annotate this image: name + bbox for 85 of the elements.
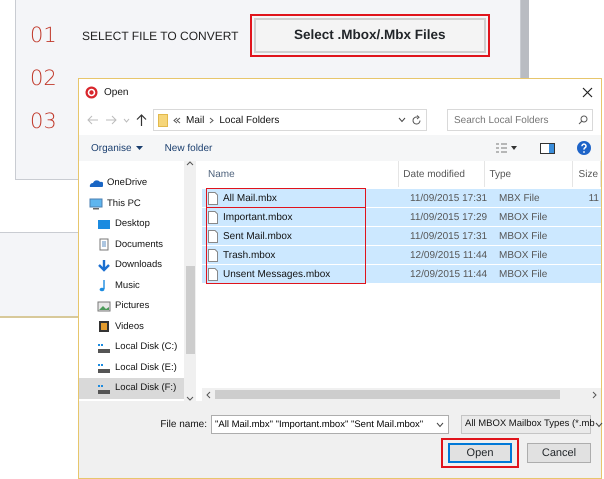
file-icon bbox=[208, 210, 218, 224]
caret-icon bbox=[136, 146, 143, 150]
view-options-icon[interactable] bbox=[496, 143, 518, 153]
nav-item[interactable]: This PC bbox=[79, 194, 184, 214]
step-number: 01 bbox=[30, 22, 58, 49]
organise-menu[interactable]: Organise bbox=[91, 140, 143, 156]
nav-item[interactable]: Videos bbox=[79, 316, 184, 337]
app-logo-icon bbox=[85, 86, 98, 98]
file-icon bbox=[208, 230, 218, 242]
file-date: 11/09/2015 17:29 bbox=[409, 210, 488, 224]
file-icon bbox=[208, 268, 218, 280]
file-date: 11/09/2015 17:31 bbox=[409, 192, 488, 206]
close-icon[interactable] bbox=[582, 86, 593, 98]
file-size: 11 bbox=[588, 192, 600, 206]
scroll-down-icon[interactable] bbox=[186, 396, 194, 401]
breadcrumb-item[interactable]: Local Folders bbox=[219, 112, 280, 128]
nav-item[interactable]: Downloads bbox=[79, 255, 184, 276]
nav-item[interactable]: Local Disk (F:) bbox=[79, 378, 184, 398]
column-header[interactable]: Size bbox=[572, 161, 601, 187]
file-name-label: File name: bbox=[160, 418, 207, 432]
step-number: 02 bbox=[30, 64, 58, 92]
open-button[interactable]: Open bbox=[448, 443, 512, 463]
nav-item[interactable]: OneDrive bbox=[79, 173, 184, 194]
file-icon bbox=[208, 248, 218, 262]
column-header[interactable]: Date modified bbox=[399, 161, 486, 187]
chevron-down-icon[interactable] bbox=[436, 422, 444, 428]
refresh-icon[interactable] bbox=[411, 114, 422, 126]
cancel-button[interactable]: Cancel bbox=[527, 443, 591, 463]
disk-icon bbox=[97, 361, 111, 374]
file-name: Trash.mbox bbox=[223, 248, 276, 262]
scroll-right-icon[interactable] bbox=[592, 390, 597, 398]
pc-icon bbox=[89, 197, 103, 210]
file-type: MBX File bbox=[498, 192, 541, 206]
nav-item[interactable]: Local Disk (C:) bbox=[79, 337, 184, 358]
scrollbar-thumb[interactable] bbox=[215, 390, 560, 399]
new-folder-button[interactable]: New folder bbox=[164, 140, 212, 156]
nav-item[interactable]: Pictures bbox=[79, 296, 184, 316]
nav-item[interactable]: Music bbox=[79, 276, 184, 296]
search-icon bbox=[578, 115, 588, 125]
select-files-button[interactable]: Select .Mbox/.Mbx Files bbox=[254, 18, 486, 53]
file-type: MBOX File bbox=[498, 230, 548, 244]
scroll-up-icon[interactable] bbox=[186, 161, 194, 166]
search-field[interactable]: Search Local Folders bbox=[447, 109, 593, 131]
pictures-icon bbox=[97, 300, 111, 313]
column-header[interactable]: Name bbox=[202, 161, 400, 187]
file-date: 11/09/2015 17:31 bbox=[409, 230, 488, 244]
chevron-down-icon[interactable] bbox=[594, 422, 603, 428]
step-label: SELECT FILE TO CONVERT bbox=[82, 28, 240, 44]
documents-icon bbox=[97, 238, 111, 252]
file-name: All Mail.mbx bbox=[223, 192, 277, 206]
file-name: Important.mbox bbox=[223, 210, 292, 224]
chevron-down-icon[interactable] bbox=[398, 117, 406, 123]
file-name: Sent Mail.mbox bbox=[223, 230, 292, 244]
file-icon bbox=[208, 192, 218, 204]
dialog-title: Open bbox=[104, 86, 128, 100]
scrollbar-thumb[interactable] bbox=[186, 266, 194, 354]
file-date: 12/09/2015 11:44 bbox=[409, 248, 488, 262]
scroll-left-icon[interactable] bbox=[206, 390, 211, 398]
breadcrumb-item[interactable]: Mail bbox=[186, 112, 204, 128]
file-type: MBOX File bbox=[498, 268, 548, 282]
chevrons-icon bbox=[173, 116, 181, 124]
preview-pane-icon[interactable] bbox=[540, 142, 555, 154]
file-type: MBOX File bbox=[498, 248, 548, 262]
help-icon[interactable] bbox=[577, 141, 591, 155]
videos-icon bbox=[97, 320, 111, 334]
desktop-icon bbox=[97, 218, 111, 231]
file-name: Unsent Messages.mbox bbox=[223, 268, 330, 282]
chevron-right-icon bbox=[209, 116, 214, 124]
downloads-icon bbox=[97, 258, 111, 272]
nav-item[interactable]: Desktop bbox=[79, 214, 184, 234]
address-bar[interactable]: Mail Local Folders bbox=[153, 109, 427, 131]
file-name-field[interactable]: "All Mail.mbx" "Important.mbox" "Sent Mail.mbox" bbox=[211, 415, 449, 434]
file-row[interactable]: Unsent Messages.mbox 12/09/2015 11:44 MBOX File bbox=[202, 265, 601, 283]
file-row[interactable]: Trash.mbox 12/09/2015 11:44 MBOX File bbox=[202, 246, 601, 264]
file-row[interactable]: All Mail.mbx 11/09/2015 17:31 MBX File 11 bbox=[202, 189, 601, 207]
nav-item[interactable]: Local Disk (E:) bbox=[79, 358, 184, 378]
file-row[interactable]: Sent Mail.mbox 11/09/2015 17:31 MBOX File bbox=[202, 227, 601, 245]
step-number: 03 bbox=[30, 108, 58, 135]
nav-item[interactable]: Documents bbox=[79, 234, 184, 255]
folder-icon bbox=[158, 114, 168, 126]
up-arrow-icon[interactable] bbox=[136, 114, 147, 126]
file-date: 12/09/2015 11:44 bbox=[409, 268, 488, 282]
column-header[interactable]: Type bbox=[485, 161, 573, 187]
file-row[interactable]: Important.mbox 11/09/2015 17:29 MBOX File bbox=[202, 208, 601, 226]
file-type: MBOX File bbox=[498, 210, 548, 224]
